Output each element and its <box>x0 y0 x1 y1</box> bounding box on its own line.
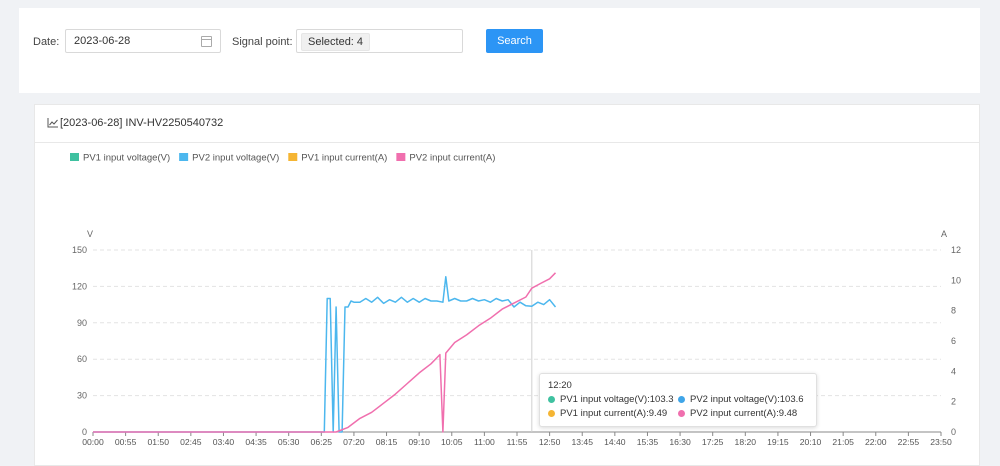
tooltip-item: PV1 input current(A):9.49 <box>548 408 678 419</box>
x-tick-label: 02:45 <box>180 437 202 447</box>
x-tick-label: 00:55 <box>115 437 137 447</box>
tooltip-dot <box>548 410 555 417</box>
x-tick-label: 13:45 <box>571 437 593 447</box>
legend-label: PV2 input current(A) <box>409 153 495 164</box>
tooltip-dot <box>678 396 685 403</box>
y-right-unit: A <box>941 229 947 239</box>
x-tick-label: 14:40 <box>604 437 626 447</box>
y-right-tick-label: 0 <box>951 427 956 437</box>
tooltip-item: PV2 input current(A):9.48 <box>678 408 808 419</box>
y-right-tick-label: 4 <box>951 366 956 376</box>
legend-label: PV1 input voltage(V) <box>83 153 170 164</box>
tooltip-time: 12:20 <box>548 380 572 391</box>
legend-label: PV1 input current(A) <box>301 153 387 164</box>
x-tick-label: 06:25 <box>311 437 333 447</box>
y-left-tick-label: 150 <box>72 245 87 255</box>
x-tick-label: 12:50 <box>539 437 561 447</box>
x-tick-label: 08:15 <box>376 437 398 447</box>
x-tick-label: 19:15 <box>767 437 789 447</box>
tooltip-item: PV1 input voltage(V):103.3 <box>548 394 678 405</box>
y-right-tick-label: 12 <box>951 245 961 255</box>
legend-swatch <box>179 153 189 161</box>
y-right-tick-label: 6 <box>951 336 956 346</box>
x-tick-label: 00:00 <box>82 437 104 447</box>
x-tick-label: 01:50 <box>147 437 169 447</box>
x-tick-label: 03:40 <box>213 437 235 447</box>
legend-label: PV2 input voltage(V) <box>192 153 279 164</box>
y-left-tick-label: 90 <box>77 318 87 328</box>
y-left-tick-label: 60 <box>77 354 87 364</box>
x-tick-label: 22:55 <box>898 437 920 447</box>
y-left-tick-label: 30 <box>77 391 87 401</box>
y-right-tick-label: 8 <box>951 306 956 316</box>
x-tick-label: 20:10 <box>800 437 822 447</box>
y-left-unit: V <box>87 229 93 239</box>
tooltip-dot <box>678 410 685 417</box>
x-tick-label: 05:30 <box>278 437 300 447</box>
x-tick-label: 07:20 <box>343 437 365 447</box>
tooltip-dot <box>548 396 555 403</box>
legend-swatch <box>396 153 406 161</box>
y-left-tick-label: 0 <box>82 427 87 437</box>
x-tick-label: 21:05 <box>832 437 854 447</box>
x-tick-label: 23:50 <box>930 437 952 447</box>
x-tick-label: 10:05 <box>441 437 463 447</box>
x-tick-label: 11:55 <box>507 437 528 447</box>
y-right-tick-label: 2 <box>951 397 956 407</box>
x-tick-label: 17:25 <box>702 437 724 447</box>
legend-swatch <box>288 153 298 161</box>
line-chart: PV1 input voltage(V) PV2 input voltage(V)… <box>70 153 961 447</box>
series-line <box>93 275 557 433</box>
legend-swatch <box>70 153 79 161</box>
x-tick-label: 15:35 <box>637 437 659 447</box>
x-tick-label: 22:00 <box>865 437 887 447</box>
x-tick-label: 18:20 <box>735 437 757 447</box>
y-right-tick-label: 10 <box>951 275 961 285</box>
y-left-tick-label: 120 <box>72 281 87 291</box>
chart-tooltip: 12:20 PV1 input voltage(V):103.3 PV2 inp… <box>539 373 817 427</box>
x-tick-label: 09:10 <box>408 437 430 447</box>
x-tick-label: 16:30 <box>669 437 691 447</box>
x-tick-label: 11:00 <box>474 437 495 447</box>
x-tick-label: 04:35 <box>245 437 267 447</box>
tooltip-item: PV2 input voltage(V):103.6 <box>678 394 808 405</box>
